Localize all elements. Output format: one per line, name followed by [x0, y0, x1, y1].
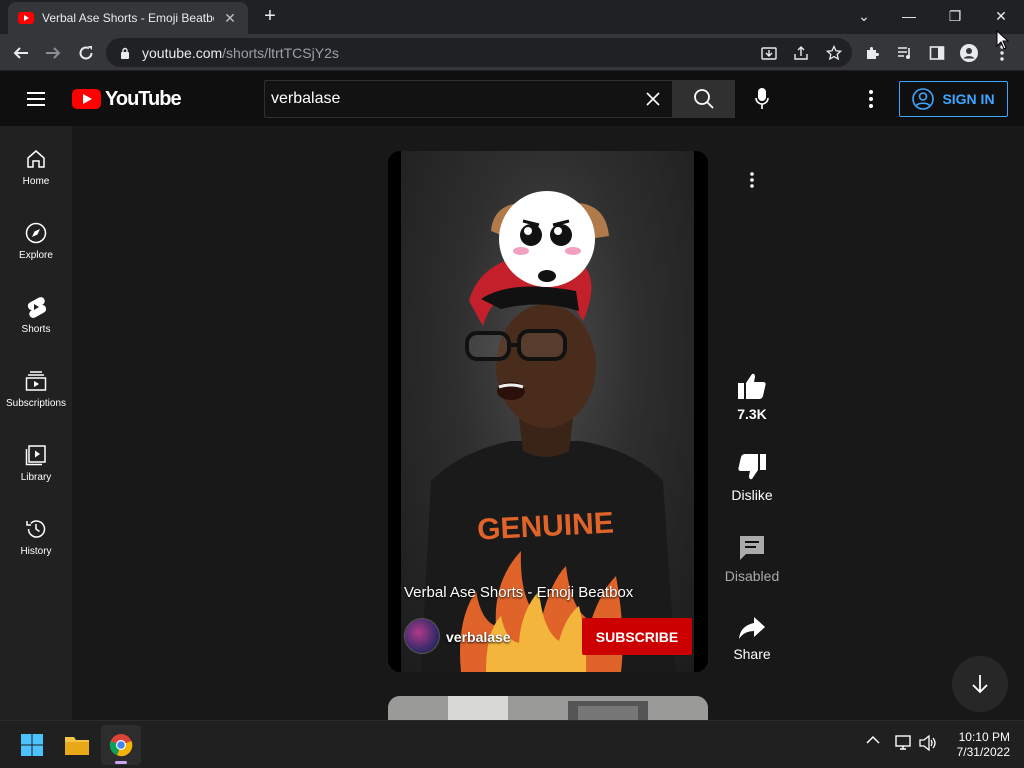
like-button[interactable]: 7.3K — [718, 372, 786, 422]
voice-search-button[interactable] — [742, 81, 782, 117]
url-text: youtube.com/shorts/ltrtTCSjY2s — [142, 44, 339, 61]
sidebar-item-label: History — [20, 546, 52, 557]
settings-more-icon[interactable] — [858, 86, 884, 112]
sidebar-item-history[interactable]: History — [0, 496, 72, 570]
sidebar-item-shorts[interactable]: Shorts — [0, 274, 72, 348]
shorts-icon — [27, 297, 46, 318]
share-label: Share — [733, 646, 771, 662]
hamburger-menu-icon[interactable] — [24, 89, 48, 109]
install-app-icon[interactable] — [756, 40, 782, 66]
reload-icon[interactable] — [73, 40, 99, 66]
show-hidden-icons-chevron-icon[interactable] — [866, 735, 886, 755]
like-count: 7.3K — [737, 406, 767, 422]
side-panel-icon[interactable] — [924, 40, 950, 66]
sidebar-item-label: Subscriptions — [5, 398, 67, 409]
tab-search-chevron-icon[interactable]: ⌄ — [850, 4, 878, 28]
clock-date: 7/31/2022 — [956, 745, 1010, 759]
search-button[interactable] — [672, 80, 735, 118]
arrow-down-icon — [972, 675, 988, 694]
comments-disabled-label: Disabled — [724, 568, 780, 584]
search-input[interactable]: verbalase — [271, 90, 634, 108]
library-icon — [25, 445, 46, 466]
logo-text: YouTube — [105, 87, 182, 110]
mini-guide-sidebar: Home Explore Shorts Subscriptions Librar… — [0, 126, 72, 720]
extensions-puzzle-icon[interactable] — [860, 40, 886, 66]
share-arrow-icon — [739, 617, 765, 639]
sidebar-item-label: Home — [22, 176, 50, 187]
sidebar-item-label: Explore — [19, 250, 53, 261]
channel-name[interactable]: verbalase — [446, 629, 511, 645]
comments-button[interactable]: Disabled — [718, 534, 786, 584]
youtube-logo[interactable]: YouTube — [72, 87, 182, 110]
lock-icon — [121, 47, 129, 59]
clear-search-icon[interactable] — [634, 80, 672, 118]
close-window-button[interactable]: ✕ — [987, 4, 1015, 28]
chrome-taskbar-icon[interactable] — [101, 725, 141, 765]
sign-in-button[interactable]: SIGN IN — [899, 81, 1008, 117]
browser-tab-strip: Verbal Ase Shorts - Emoji Beatbox ✕ + ⌄ … — [0, 0, 1024, 34]
comment-icon — [740, 536, 764, 560]
sidebar-item-label: Library — [20, 472, 52, 483]
bookmark-star-icon[interactable] — [821, 40, 847, 66]
share-button[interactable]: Share — [718, 616, 786, 662]
short-more-options-icon[interactable] — [740, 168, 764, 192]
sidebar-item-library[interactable]: Library — [0, 422, 72, 496]
forward-arrow-icon[interactable] — [40, 40, 66, 66]
network-icon[interactable] — [895, 735, 915, 755]
account-circle-icon — [912, 88, 935, 110]
volume-icon[interactable] — [919, 735, 939, 755]
next-short-button[interactable] — [952, 656, 1008, 712]
sidebar-item-label: Shorts — [21, 324, 51, 335]
short-title[interactable]: Verbal Ase Shorts - Emoji Beatbox — [404, 584, 633, 601]
subscribe-button[interactable]: SUBSCRIBE — [582, 618, 692, 655]
browser-tab[interactable]: Verbal Ase Shorts - Emoji Beatbox ✕ — [8, 2, 248, 34]
windows-start-icon[interactable] — [12, 725, 52, 765]
tab-title: Verbal Ase Shorts - Emoji Beatbox — [42, 11, 214, 25]
sign-in-label: SIGN IN — [942, 91, 995, 107]
home-icon — [27, 150, 45, 168]
youtube-play-logo-icon — [72, 89, 101, 109]
subscriptions-icon — [25, 371, 47, 391]
thumbs-down-icon — [738, 454, 766, 480]
history-icon — [26, 520, 46, 538]
youtube-favicon-icon — [18, 12, 34, 24]
browser-toolbar: youtube.com/shorts/ltrtTCSjY2s — [0, 34, 1024, 71]
dislike-label: Dislike — [731, 487, 773, 503]
windows-taskbar: 10:10 PM 7/31/2022 — [0, 720, 1024, 768]
sidebar-item-explore[interactable]: Explore — [0, 200, 72, 274]
share-page-icon[interactable] — [788, 40, 814, 66]
dislike-button[interactable]: Dislike — [718, 453, 786, 503]
active-app-indicator — [115, 761, 127, 764]
sidebar-item-subscriptions[interactable]: Subscriptions — [0, 348, 72, 422]
search-box: verbalase — [264, 80, 672, 118]
thumbs-up-icon — [738, 373, 766, 399]
mouse-cursor-icon — [996, 30, 1010, 50]
back-arrow-icon[interactable] — [8, 40, 34, 66]
microphone-icon — [755, 88, 769, 109]
file-explorer-icon[interactable] — [57, 725, 97, 765]
search-icon — [693, 89, 714, 109]
media-control-icon[interactable] — [892, 40, 918, 66]
minimize-button[interactable]: — — [895, 4, 923, 28]
address-bar[interactable]: youtube.com/shorts/ltrtTCSjY2s — [106, 38, 852, 67]
new-tab-button[interactable]: + — [258, 4, 282, 28]
profile-icon[interactable] — [956, 40, 982, 66]
youtube-masthead: YouTube verbalase SIGN IN — [0, 72, 1024, 126]
clock-time: 10:10 PM — [958, 730, 1010, 744]
compass-icon — [25, 222, 47, 244]
system-clock[interactable]: 10:10 PM 7/31/2022 — [957, 730, 1010, 760]
restore-button[interactable]: ❐ — [941, 4, 969, 28]
sidebar-item-home[interactable]: Home — [0, 126, 72, 200]
channel-avatar[interactable] — [404, 618, 440, 654]
tab-close-icon[interactable]: ✕ — [222, 10, 238, 27]
